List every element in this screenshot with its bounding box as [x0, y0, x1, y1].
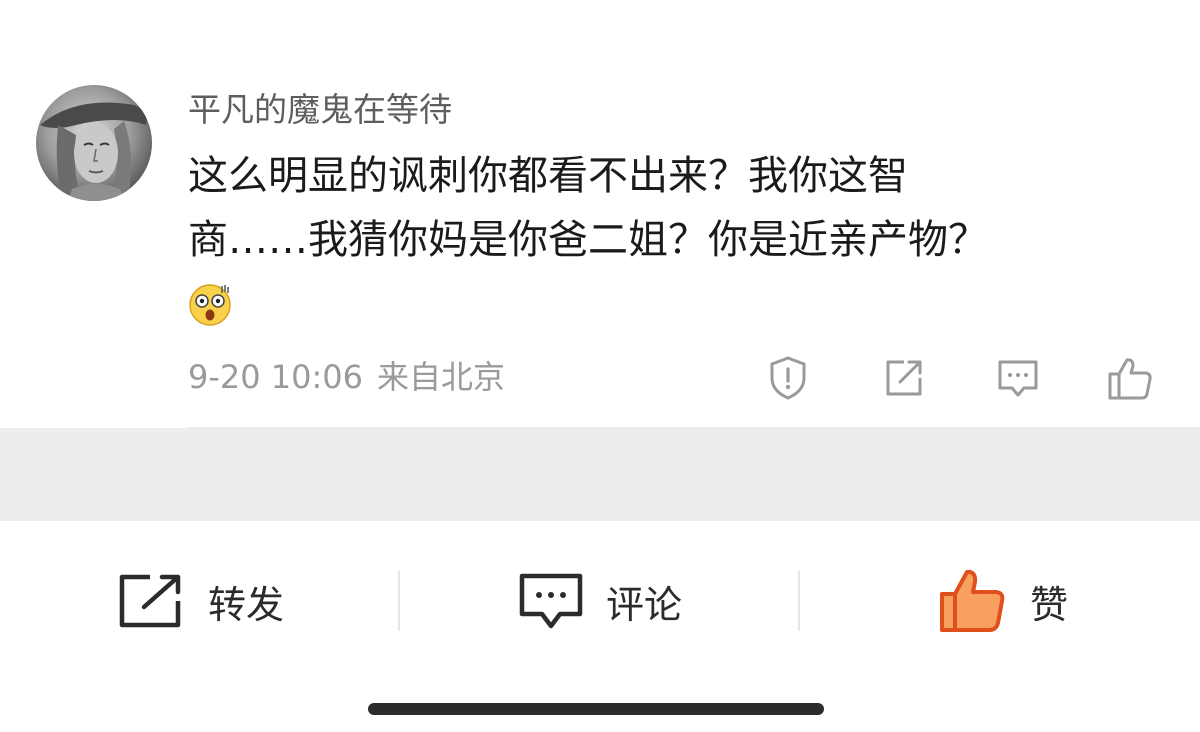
- like-label: 赞: [1030, 582, 1069, 627]
- section-separator: [0, 428, 1200, 521]
- like-button[interactable]: 赞: [938, 561, 1068, 641]
- reply-icon[interactable]: [994, 354, 1042, 402]
- comment-button[interactable]: 评论: [518, 561, 682, 641]
- like-icon[interactable]: [1106, 354, 1154, 402]
- avatar[interactable]: [36, 85, 152, 201]
- comment-meta: 9-20 10:06 来自北京: [188, 356, 505, 398]
- repost-label: 转发: [208, 582, 285, 627]
- repost-icon: [119, 574, 181, 628]
- comment-card: 平凡的魔鬼在等待 这么明显的讽刺你都看不出来？我你这智 商……我猜你妈是你爸二姐…: [0, 0, 1200, 428]
- report-icon[interactable]: [764, 354, 812, 402]
- comment-text: 这么明显的讽刺你都看不出来？我你这智 商……我猜你妈是你爸二姐？你是近亲产物？: [188, 144, 1148, 272]
- like-thumb-icon: [940, 569, 1005, 632]
- comment-label: 评论: [606, 582, 683, 627]
- repost-button[interactable]: 转发: [116, 561, 284, 641]
- comment-location: 来自北京: [377, 358, 506, 396]
- comment-text-line-1: 这么明显的讽刺你都看不出来？我你这智: [188, 153, 908, 199]
- comment-icon: [519, 573, 583, 629]
- page: 平凡的魔鬼在等待 这么明显的讽刺你都看不出来？我你这智 商……我猜你妈是你爸二姐…: [0, 0, 1200, 732]
- comment-time: 9-20 10:06: [188, 358, 364, 396]
- bar-separator: [398, 571, 400, 631]
- share-icon[interactable]: [880, 354, 928, 402]
- bar-separator: [798, 571, 800, 631]
- shocked-face-emoji: [188, 282, 232, 326]
- bottom-action-bar: 转发 评论 赞: [0, 521, 1200, 732]
- username[interactable]: 平凡的魔鬼在等待: [188, 88, 452, 132]
- home-indicator[interactable]: [368, 703, 824, 715]
- comment-text-line-2: 商……我猜你妈是你爸二姐？你是近亲产物？: [188, 217, 988, 263]
